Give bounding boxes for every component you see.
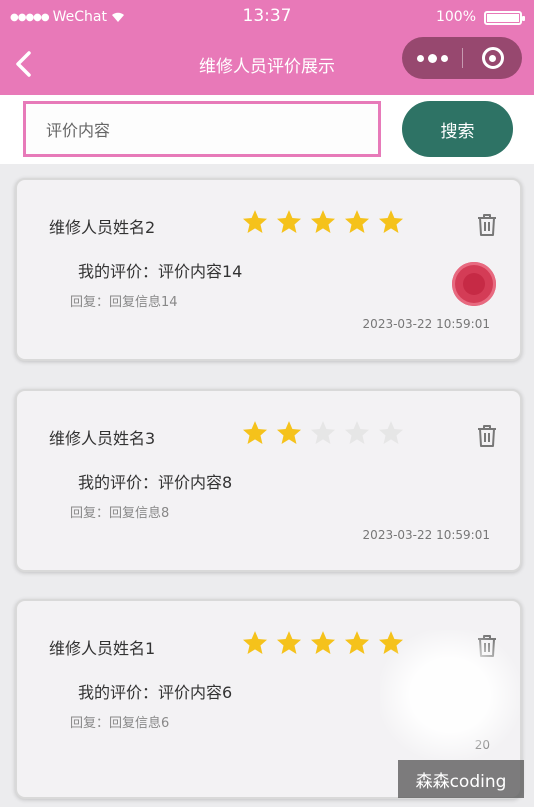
star-filled-icon[interactable]: [343, 629, 371, 657]
star-filled-icon[interactable]: [275, 419, 303, 447]
battery-icon: [484, 11, 525, 25]
nav-bar: 维修人员评价展示: [0, 34, 534, 95]
mini-program-capsule: [402, 37, 522, 79]
staff-name: 维修人员姓名3: [49, 429, 156, 448]
star-filled-icon[interactable]: [241, 208, 269, 236]
delete-icon[interactable]: [476, 213, 498, 237]
review-time: 2023-03-22 10:59:01: [362, 317, 490, 331]
close-button[interactable]: [463, 37, 522, 79]
star-filled-icon[interactable]: [275, 208, 303, 236]
review-reply: 回复：回复信息6: [70, 716, 170, 731]
review-time: 2023-03-22 10:59:01: [362, 528, 490, 542]
watermark-fade: [380, 630, 520, 760]
staff-name: 维修人员姓名1: [49, 639, 156, 658]
star-empty-icon[interactable]: [343, 419, 371, 447]
star-filled-icon[interactable]: [241, 629, 269, 657]
star-filled-icon[interactable]: [343, 208, 371, 236]
search-input[interactable]: [46, 118, 366, 142]
staff-name: 维修人员姓名2: [49, 218, 156, 237]
star-filled-icon[interactable]: [309, 629, 337, 657]
search-button[interactable]: 搜索: [402, 101, 513, 157]
review-card: 维修人员姓名3 我的评价：评价内容8 回复：回复信息8 2023-03-22 1…: [15, 389, 522, 572]
rating-stars: [241, 419, 405, 447]
star-empty-icon[interactable]: [377, 419, 405, 447]
star-empty-icon[interactable]: [309, 419, 337, 447]
target-icon: [481, 47, 504, 69]
top-bar: ●●●●● WeChat 13:37 100% 维修人员评价展示: [0, 0, 534, 95]
star-filled-icon[interactable]: [309, 208, 337, 236]
more-icon: [416, 54, 424, 62]
review-comment: 我的评价：评价内容8: [78, 473, 233, 492]
review-reply: 回复：回复信息8: [70, 506, 170, 521]
search-box: [23, 101, 381, 157]
review-card: 维修人员姓名2 我的评价：评价内容14 回复：回复信息14 2023-03-22…: [15, 178, 522, 361]
review-reply: 回复：回复信息14: [70, 295, 178, 310]
record-badge-icon[interactable]: [452, 262, 496, 306]
battery-percent: 100%: [435, 9, 476, 25]
review-comment: 我的评价：评价内容6: [78, 683, 233, 702]
search-bar: 搜索: [0, 95, 534, 164]
status-bar: ●●●●● WeChat 13:37 100%: [0, 0, 534, 34]
star-filled-icon[interactable]: [275, 629, 303, 657]
review-comment: 我的评价：评价内容14: [78, 262, 243, 281]
watermark: 森森coding: [398, 760, 524, 798]
star-filled-icon[interactable]: [377, 208, 405, 236]
star-filled-icon[interactable]: [241, 419, 269, 447]
more-button[interactable]: [402, 37, 462, 79]
delete-icon[interactable]: [476, 424, 498, 448]
rating-stars: [241, 208, 405, 236]
